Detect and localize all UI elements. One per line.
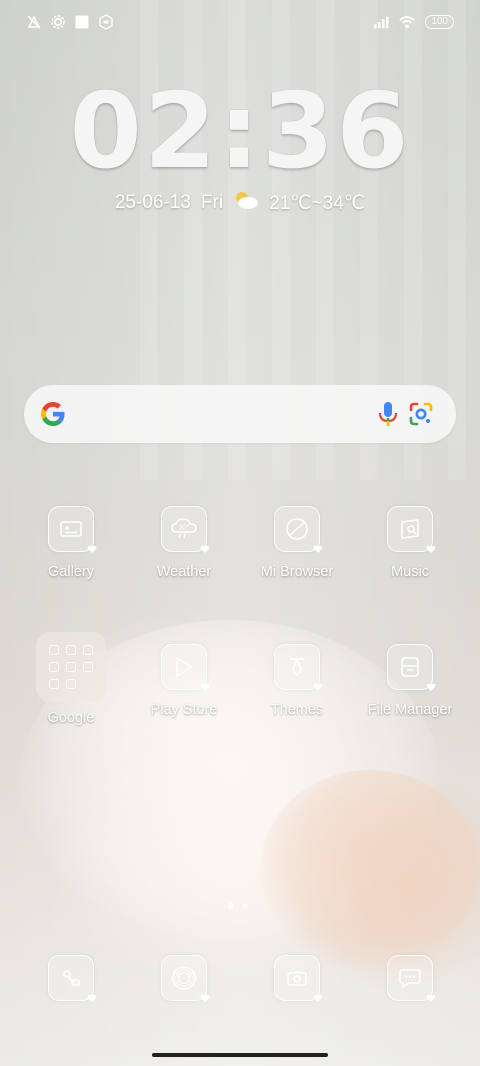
signal-slash-icon (26, 14, 42, 30)
camera-icon (274, 955, 323, 1002)
date-weather-line[interactable]: 25-06-13 Fri 21℃~34℃ (0, 190, 480, 216)
wallpaper-teddy-bear (260, 770, 480, 970)
settings-gear-icon (50, 14, 66, 30)
weather-icon: 30° (161, 506, 210, 553)
app-label: Weather (156, 564, 212, 580)
shield-badge-icon (98, 14, 114, 30)
lockscreen-clock[interactable]: 02:36 (0, 70, 480, 192)
browser-icon (274, 506, 323, 553)
square-notification-icon (74, 14, 90, 30)
dock-camera[interactable] (247, 955, 347, 1002)
partly-cloudy-icon (233, 190, 259, 216)
heart-badge-icon (313, 545, 323, 553)
gesture-nav-bar[interactable] (152, 1053, 328, 1057)
phone-icon (48, 955, 97, 1002)
gallery-icon (48, 506, 97, 553)
app-label: Mi Browser (260, 564, 334, 580)
app-themes[interactable]: Themes (247, 644, 347, 718)
day-text: Fri (200, 192, 224, 213)
messages-icon (387, 955, 436, 1002)
app-play-store[interactable]: Play Store (134, 644, 234, 718)
heart-badge-icon (200, 994, 210, 1002)
play-store-icon (161, 644, 210, 691)
file-manager-icon (387, 644, 436, 691)
app-file-manager[interactable]: File Manager (360, 644, 460, 718)
app-weather[interactable]: 30° Weather (134, 506, 234, 580)
page-dot-1[interactable] (228, 903, 234, 909)
google-search-bar[interactable] (24, 385, 456, 443)
temperature-range: 21℃~34℃ (269, 192, 366, 214)
page-indicator[interactable] (228, 903, 248, 909)
app-label: Music (391, 564, 429, 580)
google-folder-icon (36, 632, 106, 702)
app-label: Google (47, 710, 95, 726)
heart-badge-icon (87, 545, 97, 553)
folder-google[interactable]: Google (21, 632, 121, 726)
weather-badge: 30° (179, 524, 190, 532)
dock-chrome[interactable] (134, 955, 234, 1002)
app-music[interactable]: Music (360, 506, 460, 580)
themes-icon (274, 644, 323, 691)
heart-badge-icon (200, 683, 210, 691)
google-logo-icon[interactable] (38, 399, 68, 429)
music-icon (387, 506, 436, 553)
app-label: Gallery (48, 564, 94, 580)
heart-badge-icon (313, 994, 323, 1002)
status-bar: 100 (26, 10, 454, 36)
app-label: Play Store (150, 702, 218, 718)
heart-badge-icon (200, 545, 210, 553)
microphone-icon[interactable] (375, 400, 401, 428)
cellular-signal-icon (373, 14, 389, 30)
heart-badge-icon (426, 545, 436, 553)
chrome-icon (161, 955, 210, 1002)
heart-badge-icon (313, 683, 323, 691)
heart-badge-icon (87, 994, 97, 1002)
app-mi-browser[interactable]: Mi Browser (247, 506, 347, 580)
battery-icon: 100 (425, 15, 454, 29)
wifi-icon (399, 14, 416, 30)
app-label: File Manager (367, 702, 453, 718)
app-label: Themes (270, 702, 324, 718)
dock-phone[interactable] (21, 955, 121, 1002)
dock-messages[interactable] (360, 955, 460, 1002)
heart-badge-icon (426, 994, 436, 1002)
date-text: 25-06-13 (114, 192, 191, 213)
google-lens-icon[interactable] (407, 400, 435, 428)
page-dot-2[interactable] (242, 903, 248, 909)
app-gallery[interactable]: Gallery (21, 506, 121, 580)
heart-badge-icon (426, 683, 436, 691)
